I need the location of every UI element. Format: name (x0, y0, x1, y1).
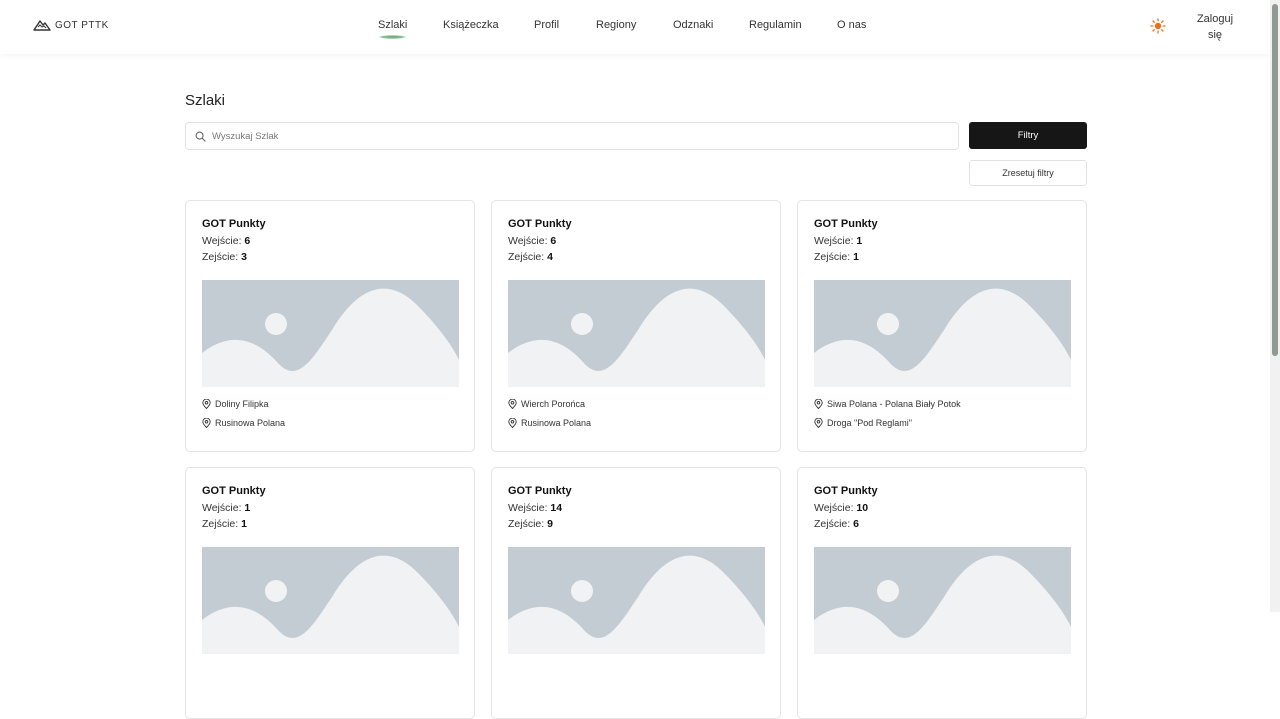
card-end-location: Rusinowa Polana (508, 418, 591, 428)
login-line-2: się (1207, 29, 1223, 41)
nav-szlaki[interactable]: Szlaki (378, 19, 408, 39)
search-input[interactable] (212, 130, 912, 142)
map-pin-icon (508, 418, 517, 428)
end-location-name: Rusinowa Polana (521, 418, 592, 428)
entry-label: Wejście: (814, 502, 854, 514)
trail-card[interactable]: GOT Punkty Wejście: 1 Zejście: 1 Siwa Po… (797, 200, 1087, 452)
card-entry: Wejście: 10 (814, 502, 868, 514)
entry-label: Wejście: (508, 502, 548, 514)
card-title: GOT Punkty (508, 485, 572, 497)
map-pin-icon (202, 399, 211, 409)
card-start-location: Doliny Filipka (202, 399, 269, 409)
exit-label: Zejście: (202, 518, 239, 530)
nav-o-nas[interactable]: O nas (837, 19, 866, 31)
exit-points: 1 (241, 518, 247, 530)
exit-points: 1 (853, 251, 859, 263)
reset-filters-button[interactable]: Zresetuj filtry (969, 160, 1087, 186)
top-header: GOT PTTK Szlaki Książeczka Profil Region… (0, 0, 1270, 54)
entry-points: 14 (550, 502, 563, 514)
search-box[interactable] (185, 122, 959, 150)
scrollbar[interactable] (1270, 0, 1280, 612)
main-nav: Szlaki Książeczka Profil Regiony Odznaki… (0, 0, 1270, 54)
card-entry: Wejście: 6 (202, 235, 250, 247)
card-title: GOT Punkty (508, 218, 572, 230)
exit-label: Zejście: (814, 251, 851, 263)
image-placeholder-icon (508, 547, 765, 654)
card-end-location: Rusinowa Polana (202, 418, 285, 428)
exit-points: 9 (547, 518, 553, 530)
card-exit: Zejście: 3 (202, 251, 247, 263)
card-exit: Zejście: 1 (814, 251, 859, 263)
end-location-name: Droga "Pod Reglami" (827, 418, 912, 428)
sun-icon[interactable] (1150, 18, 1166, 34)
nav-regiony[interactable]: Regiony (596, 19, 636, 31)
trail-card[interactable]: GOT Punkty Wejście: 1 Zejście: 1 (185, 467, 475, 719)
nav-regulamin[interactable]: Regulamin (749, 19, 802, 31)
trail-card[interactable]: GOT Punkty Wejście: 6 Zejście: 4 Wierch … (491, 200, 781, 452)
entry-label: Wejście: (508, 235, 548, 247)
trail-card[interactable]: GOT Punkty Wejście: 10 Zejście: 6 (797, 467, 1087, 719)
exit-label: Zejście: (814, 518, 851, 530)
card-title: GOT Punkty (202, 485, 266, 497)
page-title: Szlaki (185, 92, 226, 109)
start-location-name: Doliny Filipka (215, 399, 269, 409)
card-entry: Wejście: 14 (508, 502, 562, 514)
end-location-name: Rusinowa Polana (215, 418, 286, 428)
exit-label: Zejście: (508, 251, 545, 263)
nav-odznaki[interactable]: Odznaki (673, 19, 713, 31)
card-start-location: Siwa Polana - Polana Biały Potok (814, 399, 961, 409)
exit-label: Zejście: (202, 251, 239, 263)
login-link[interactable]: Zaloguj się (1190, 11, 1240, 43)
exit-points: 6 (853, 518, 859, 530)
entry-label: Wejście: (202, 502, 242, 514)
filters-button[interactable]: Filtry (969, 122, 1087, 149)
nav-ksiazeczka[interactable]: Książeczka (443, 19, 499, 31)
entry-label: Wejście: (814, 235, 854, 247)
exit-points: 4 (547, 251, 553, 263)
start-location-name: Wierch Porońca (521, 399, 586, 409)
exit-points: 3 (241, 251, 247, 263)
card-title: GOT Punkty (202, 218, 266, 230)
card-exit: Zejście: 6 (814, 518, 859, 530)
card-exit: Zejście: 1 (202, 518, 247, 530)
card-end-location: Droga "Pod Reglami" (814, 418, 912, 428)
image-placeholder-icon (814, 280, 1071, 387)
image-placeholder-icon (814, 547, 1071, 654)
scrollbar-thumb[interactable] (1272, 4, 1278, 356)
image-placeholder-icon (202, 280, 459, 387)
card-entry: Wejście: 6 (508, 235, 556, 247)
entry-points: 10 (856, 502, 869, 514)
card-start-location: Wierch Porońca (508, 399, 585, 409)
entry-label: Wejście: (202, 235, 242, 247)
image-placeholder-icon (508, 280, 765, 387)
trail-card[interactable]: GOT Punkty Wejście: 14 Zejście: 9 (491, 467, 781, 719)
entry-points: 6 (550, 235, 557, 247)
entry-points: 6 (244, 235, 251, 247)
map-pin-icon (814, 418, 823, 428)
entry-points: 1 (244, 502, 251, 514)
login-line-1: Zaloguj (1196, 13, 1234, 25)
card-exit: Zejście: 4 (508, 251, 553, 263)
trail-card[interactable]: GOT Punkty Wejście: 6 Zejście: 3 Doliny … (185, 200, 475, 452)
search-icon (195, 131, 206, 142)
entry-points: 1 (856, 235, 863, 247)
map-pin-icon (814, 399, 823, 409)
card-title: GOT Punkty (814, 218, 878, 230)
card-entry: Wejście: 1 (814, 235, 862, 247)
nav-profil[interactable]: Profil (534, 19, 559, 31)
exit-label: Zejście: (508, 518, 545, 530)
card-exit: Zejście: 9 (508, 518, 553, 530)
image-placeholder-icon (202, 547, 459, 654)
map-pin-icon (508, 399, 517, 409)
start-location-name: Siwa Polana - Polana Biały Potok (827, 399, 961, 409)
map-pin-icon (202, 418, 211, 428)
card-entry: Wejście: 1 (202, 502, 250, 514)
card-title: GOT Punkty (814, 485, 878, 497)
